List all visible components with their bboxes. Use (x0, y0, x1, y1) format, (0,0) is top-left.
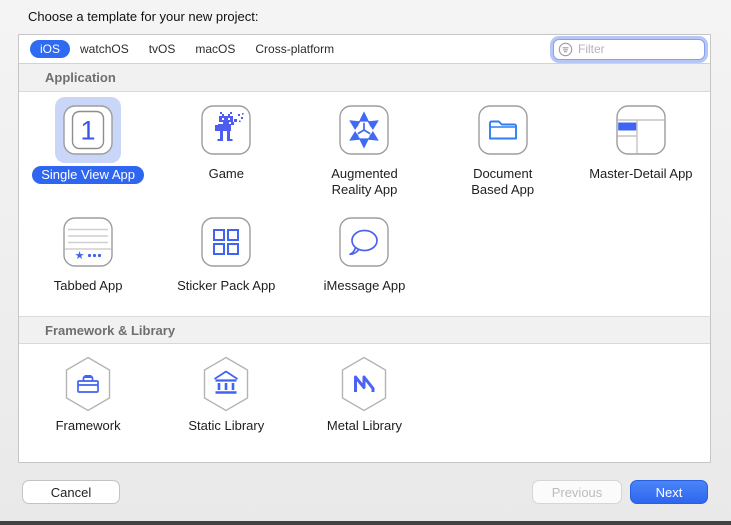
template-label: Document Based App (462, 166, 544, 199)
single-view-app-icon: 1 (55, 97, 121, 163)
section-header-application: Application (19, 64, 710, 92)
page-title: Choose a template for your new project: (28, 9, 259, 24)
tab-tvos[interactable]: tvOS (139, 40, 186, 58)
template-item-framework[interactable]: Framework (19, 344, 157, 460)
previous-button[interactable]: Previous (532, 480, 622, 504)
template-label: Tabbed App (54, 278, 123, 294)
static-library-icon (193, 353, 259, 415)
tab-watchos[interactable]: watchOS (70, 40, 139, 58)
svg-text:1: 1 (81, 116, 96, 146)
platform-tabbar: iOS watchOS tvOS macOS Cross-platform (19, 35, 710, 64)
metal-library-icon (331, 353, 397, 415)
template-label: Metal Library (327, 418, 402, 434)
tab-cross-platform[interactable]: Cross-platform (245, 40, 344, 58)
template-item-sticker-pack-app[interactable]: Sticker Pack App (157, 204, 295, 316)
template-label: Game (209, 166, 244, 182)
application-template-grid: 1 Single View App (19, 92, 710, 316)
document-based-app-icon (470, 97, 536, 163)
game-icon (193, 97, 259, 163)
template-label: Static Library (188, 418, 264, 434)
cancel-button[interactable]: Cancel (22, 480, 120, 504)
template-item-game[interactable]: Game (157, 92, 295, 204)
footer-buttons: Cancel Previous Next (0, 480, 731, 512)
template-label: Augmented Reality App (323, 166, 405, 199)
window-bottom-edge (0, 521, 731, 525)
svg-text:★: ★ (75, 250, 85, 262)
framework-library-grid: Framework Static Library (19, 344, 710, 460)
template-label: Sticker Pack App (177, 278, 275, 294)
template-label: Single View App (32, 166, 144, 184)
template-item-metal-library[interactable]: Metal Library (295, 344, 433, 460)
tab-macos[interactable]: macOS (185, 40, 245, 58)
section-header-framework-library: Framework & Library (19, 316, 710, 344)
template-item-augmented-reality-app[interactable]: Augmented Reality App (295, 92, 433, 204)
template-chooser-panel: iOS watchOS tvOS macOS Cross-platform Ap… (18, 34, 711, 463)
template-item-single-view-app[interactable]: 1 Single View App (19, 92, 157, 204)
template-item-document-based-app[interactable]: Document Based App (434, 92, 572, 204)
next-button[interactable]: Next (630, 480, 708, 504)
sticker-pack-app-icon (193, 209, 259, 275)
template-label: Framework (56, 418, 121, 434)
template-item-master-detail-app[interactable]: Master-Detail App (572, 92, 710, 204)
template-item-tabbed-app[interactable]: ★ Tabbed App (19, 204, 157, 316)
tabbed-app-icon: ★ (55, 209, 121, 275)
tab-ios[interactable]: iOS (30, 40, 70, 58)
template-item-static-library[interactable]: Static Library (157, 344, 295, 460)
filter-input[interactable] (553, 39, 705, 60)
augmented-reality-app-icon (331, 97, 397, 163)
master-detail-app-icon (608, 97, 674, 163)
template-label: Master-Detail App (589, 166, 692, 182)
template-label: iMessage App (324, 278, 406, 294)
imessage-app-icon (331, 209, 397, 275)
framework-icon (55, 353, 121, 415)
template-item-imessage-app[interactable]: iMessage App (295, 204, 433, 316)
